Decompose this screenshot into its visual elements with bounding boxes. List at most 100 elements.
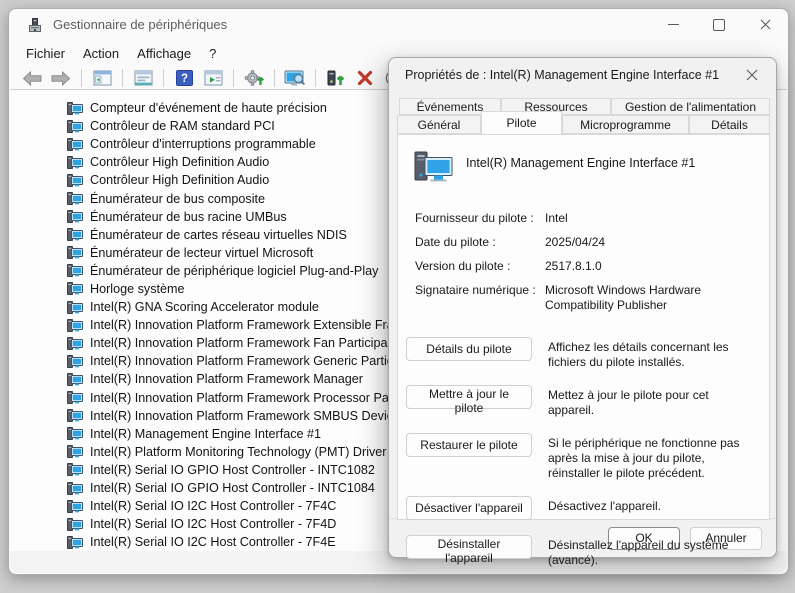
action-description: Mettez à jour le pilote pour cet apparei… — [548, 388, 757, 418]
device-icon — [67, 536, 83, 549]
toolbar-separator — [315, 69, 316, 87]
info-value: 2517.8.1.0 — [545, 259, 757, 274]
device-icon — [67, 482, 83, 495]
forward-icon[interactable] — [50, 67, 72, 89]
screen: Gestionnaire de périphériques FichierAct… — [0, 0, 795, 593]
device-icon — [67, 355, 83, 368]
tree-item-label: Horloge système — [90, 282, 185, 296]
menu-item[interactable]: ? — [200, 44, 225, 63]
tree-item-label: Énumérateur de lecteur virtuel Microsoft — [90, 246, 313, 260]
action-description: Désactivez l'appareil. — [548, 499, 757, 514]
device-icon — [67, 210, 83, 223]
dialog-close-icon[interactable] — [742, 65, 762, 85]
search-computer-icon[interactable] — [284, 67, 306, 89]
console-tree-icon[interactable] — [91, 67, 113, 89]
dialog-titlebar: Propriétés de : Intel(R) Management Engi… — [389, 58, 776, 92]
driver-action-row: Désactiver l'appareil Désactivez l'appare… — [406, 496, 757, 520]
info-value: Intel — [545, 211, 757, 226]
close-icon[interactable] — [742, 9, 788, 40]
restaurer-le-pilote-button[interactable]: Restaurer le pilote — [406, 433, 532, 457]
maximize-icon[interactable] — [696, 9, 742, 40]
driver-action-row: Désinstaller l'appareil Désinstallez l'ap… — [406, 535, 757, 568]
tree-item-label: Intel(R) GNA Scoring Accelerator module — [90, 300, 319, 314]
action-description: Désinstallez l'appareil du système (avan… — [548, 538, 757, 568]
driver-actions: Détails du pilote Affichez les détails co… — [406, 337, 757, 568]
tree-item-label: Intel(R) Platform Monitoring Technology … — [90, 445, 387, 459]
tree-item-label: Compteur d'événement de haute précision — [90, 101, 327, 115]
desinstaller-l-appareil-button[interactable]: Désinstaller l'appareil — [406, 535, 532, 559]
uninstall-icon[interactable] — [354, 67, 376, 89]
properties-dialog: Propriétés de : Intel(R) Management Engi… — [388, 57, 777, 558]
driver-info: Fournisseur du pilote :IntelDate du pilo… — [415, 211, 757, 313]
action-description: Affichez les détails concernant les fich… — [548, 340, 757, 370]
device-icon — [67, 156, 83, 169]
action-pane-icon[interactable] — [202, 67, 224, 89]
tree-item-label: Intel(R) Innovation Platform Framework S… — [90, 409, 400, 423]
driver-action-row: Mettre à jour le pilote Mettez à jour le … — [406, 385, 757, 418]
device-icon — [67, 445, 83, 458]
tree-item-label: Contrôleur d'interruptions programmable — [90, 137, 316, 151]
device-icon — [67, 102, 83, 115]
tab-gestion-de-l-alimentation[interactable]: Gestion de l'alimentation — [611, 98, 770, 115]
tree-item-label: Énumérateur de bus racine UMBus — [90, 210, 287, 224]
tab-pilote[interactable]: Pilote — [481, 111, 562, 134]
menu-action[interactable]: Action — [74, 44, 128, 63]
action-description: Si le périphérique ne fonctionne pas apr… — [548, 436, 757, 481]
tree-item-label: Intel(R) Innovation Platform Framework G… — [90, 354, 403, 368]
device-icon — [67, 228, 83, 241]
scan-hardware-icon[interactable] — [243, 67, 265, 89]
device-icon — [414, 151, 454, 187]
tab-general[interactable]: Général — [397, 115, 481, 134]
device-icon — [67, 427, 83, 440]
toolbar-separator — [163, 69, 164, 87]
menu-fichier[interactable]: Fichier — [17, 44, 74, 63]
device-icon — [67, 174, 83, 187]
help-icon[interactable]: ? — [173, 67, 195, 89]
device-manager-app-icon — [27, 17, 43, 33]
tree-item-label: Intel(R) Innovation Platform Framework M… — [90, 372, 363, 386]
back-icon[interactable] — [21, 67, 43, 89]
tree-item-label: Intel(R) Serial IO I2C Host Controller -… — [90, 517, 336, 531]
menu-affichage[interactable]: Affichage — [128, 44, 200, 63]
device-icon — [67, 337, 83, 350]
toolbar-separator — [81, 69, 82, 87]
tree-item-label: Intel(R) Innovation Platform Framework E… — [90, 318, 404, 332]
device-icon — [67, 409, 83, 422]
properties-icon[interactable] — [132, 67, 154, 89]
device-icon — [67, 463, 83, 476]
device-icon — [67, 301, 83, 314]
info-label: Date du pilote : — [415, 235, 537, 250]
tab-microprogramme[interactable]: Microprogramme — [562, 115, 689, 134]
driver-tab-page: Intel(R) Management Engine Interface #1 … — [397, 134, 770, 520]
update-driver-icon[interactable] — [325, 67, 347, 89]
device-icon — [67, 246, 83, 259]
device-name: Intel(R) Management Engine Interface #1 — [466, 156, 695, 170]
info-label: Version du pilote : — [415, 259, 537, 274]
tree-item-label: Intel(R) Serial IO GPIO Host Controller … — [90, 481, 375, 495]
window-title: Gestionnaire de périphériques — [53, 17, 227, 32]
tree-item-label: Intel(R) Management Engine Interface #1 — [90, 427, 321, 441]
toolbar-separator — [233, 69, 234, 87]
tree-item-label: Intel(R) Innovation Platform Framework F… — [90, 336, 398, 350]
tree-item-label: Contrôleur High Definition Audio — [90, 155, 269, 169]
mettre-a-jour-le-pilote-button[interactable]: Mettre à jour le pilote — [406, 385, 532, 409]
device-header: Intel(R) Management Engine Interface #1 — [414, 151, 757, 187]
desactiver-l-appareil-button[interactable]: Désactiver l'appareil — [406, 496, 532, 520]
device-icon — [67, 319, 83, 332]
titlebar: Gestionnaire de périphériques — [9, 9, 788, 40]
tree-item-label: Intel(R) Serial IO I2C Host Controller -… — [90, 499, 336, 513]
tree-item-label: Contrôleur High Definition Audio — [90, 173, 269, 187]
details-du-pilote-button[interactable]: Détails du pilote — [406, 337, 532, 361]
toolbar-separator — [274, 69, 275, 87]
toolbar-separator — [122, 69, 123, 87]
info-label: Signataire numérique : — [415, 283, 537, 313]
minimize-icon[interactable] — [650, 9, 696, 40]
tab-details[interactable]: Détails — [689, 115, 770, 134]
device-icon — [67, 518, 83, 531]
info-value: 2025/04/24 — [545, 235, 757, 250]
device-icon — [67, 391, 83, 404]
device-icon — [67, 282, 83, 295]
device-icon — [67, 500, 83, 513]
device-icon — [67, 120, 83, 133]
info-value: Microsoft Windows Hardware Compatibility… — [545, 283, 757, 313]
